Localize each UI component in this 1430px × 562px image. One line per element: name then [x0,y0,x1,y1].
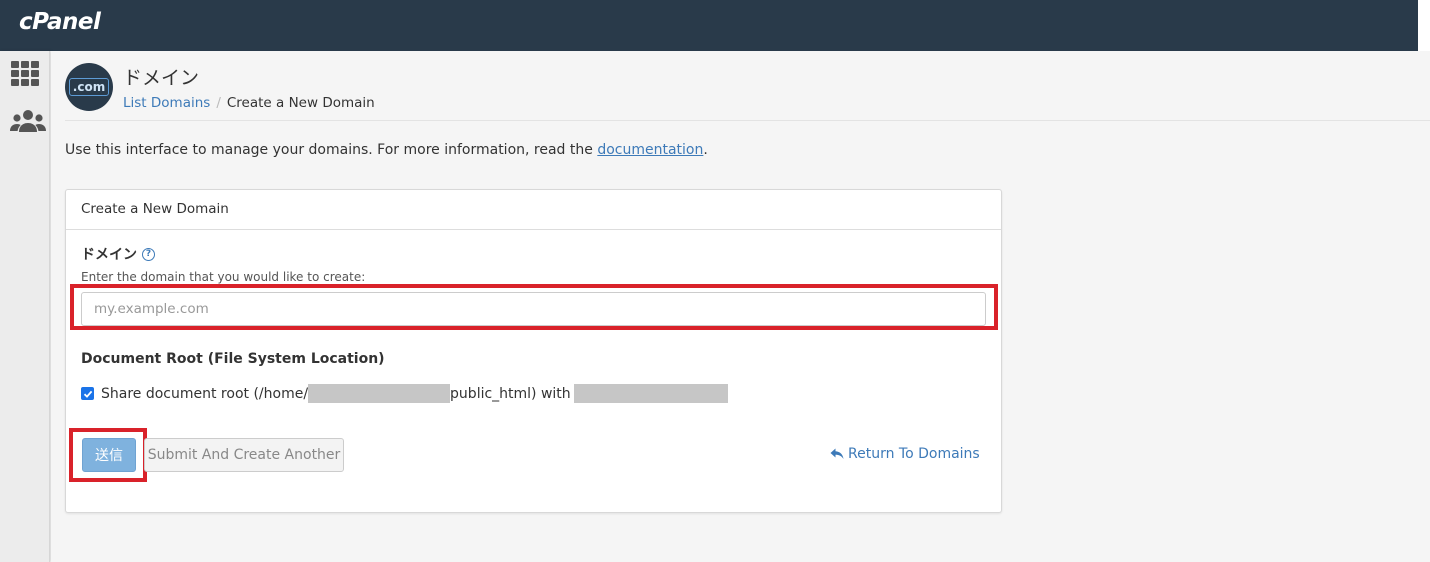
share-docroot-text-before: Share document root (/home/ [101,385,309,402]
grid-icon[interactable] [10,60,44,90]
page-title: ドメイン [123,67,200,89]
panel-heading: Create a New Domain [66,190,1001,230]
redacted-domain [573,384,728,403]
create-domain-panel: Create a New Domain ドメイン ? Enter the dom… [65,189,1002,513]
submit-button[interactable]: 送信 [82,438,136,472]
submit-and-create-another-button[interactable]: Submit And Create Another [144,438,344,472]
top-navbar: cPanel [0,0,1418,51]
redacted-username [308,384,451,403]
window-edge [1418,0,1430,51]
cpanel-logo[interactable]: cPanel [19,9,101,35]
share-docroot-checkbox[interactable] [81,387,94,400]
reply-arrow-icon [830,448,844,459]
domain-field-description: Enter the domain that you would like to … [81,270,366,284]
breadcrumb-separator: / [216,95,221,111]
main-content: .com ドメイン List Domains / Create a New Doma… [51,51,1430,562]
documentation-link[interactable]: documentation [597,142,703,158]
domains-app-icon: .com [65,63,113,111]
document-root-label: Document Root (File System Location) [81,351,385,367]
intro-text-before: Use this interface to manage your domain… [65,142,598,158]
return-to-domains-link[interactable]: Return To Domains [830,446,980,462]
dotcom-badge: .com [68,78,110,96]
header-divider [65,120,1430,121]
intro-text-after: . [703,142,708,158]
breadcrumb-list-domains-link[interactable]: List Domains [123,95,210,111]
help-icon[interactable]: ? [142,247,155,261]
left-sidebar [0,51,50,562]
breadcrumb: List Domains / Create a New Domain [123,95,375,111]
share-docroot-text-middle: public_html) with [450,385,571,402]
intro-text: Use this interface to manage your domain… [65,142,708,158]
users-icon[interactable] [10,108,46,138]
domain-label-text: ドメイン [81,247,137,263]
share-docroot-row: Share document root (/home/public_html) … [81,384,728,403]
domain-input[interactable] [81,292,986,326]
domain-field-label: ドメイン ? [81,244,155,264]
return-to-domains-label: Return To Domains [848,446,980,462]
breadcrumb-current: Create a New Domain [226,95,375,111]
